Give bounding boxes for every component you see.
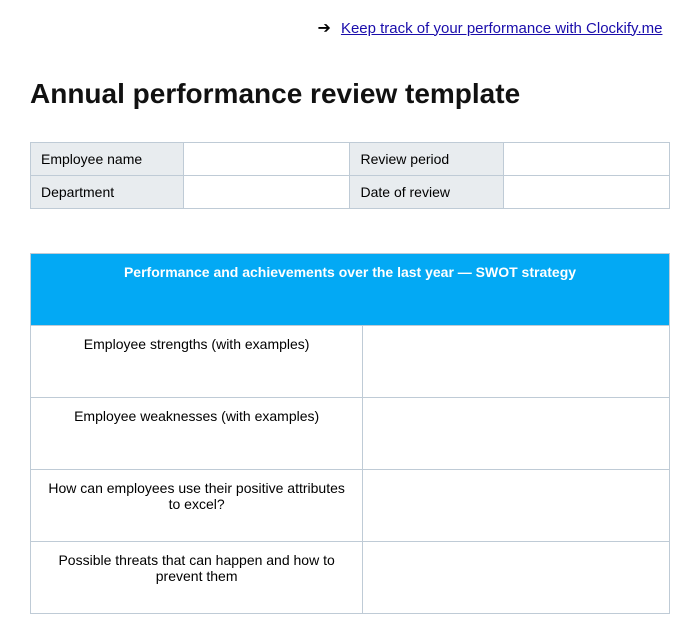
top-link-row: ➔ Keep track of your performance with Cl… xyxy=(30,18,670,38)
swot-positive-attributes-label: How can employees use their positive att… xyxy=(31,470,363,542)
date-of-review-value[interactable] xyxy=(503,176,669,209)
clockify-link[interactable]: Keep track of your performance with Cloc… xyxy=(341,20,663,37)
table-row: Employee strengths (with examples) xyxy=(31,326,670,398)
employee-info-table: Employee name Review period Department D… xyxy=(30,142,670,209)
swot-positive-attributes-value[interactable] xyxy=(363,470,670,542)
department-label: Department xyxy=(31,176,184,209)
swot-weaknesses-label: Employee weaknesses (with examples) xyxy=(31,398,363,470)
swot-strengths-label: Employee strengths (with examples) xyxy=(31,326,363,398)
swot-header-row: Performance and achievements over the la… xyxy=(31,254,670,326)
swot-threats-label: Possible threats that can happen and how… xyxy=(31,542,363,614)
swot-header: Performance and achievements over the la… xyxy=(31,254,670,326)
employee-name-value[interactable] xyxy=(184,143,350,176)
swot-threats-value[interactable] xyxy=(363,542,670,614)
employee-name-label: Employee name xyxy=(31,143,184,176)
table-row: Possible threats that can happen and how… xyxy=(31,542,670,614)
table-row: Employee name Review period xyxy=(31,143,670,176)
table-row: How can employees use their positive att… xyxy=(31,470,670,542)
arrow-right-icon: ➔ xyxy=(318,18,331,38)
swot-weaknesses-value[interactable] xyxy=(363,398,670,470)
table-row: Department Date of review xyxy=(31,176,670,209)
review-period-label: Review period xyxy=(350,143,503,176)
department-value[interactable] xyxy=(184,176,350,209)
page-title: Annual performance review template xyxy=(30,78,670,110)
date-of-review-label: Date of review xyxy=(350,176,503,209)
swot-strengths-value[interactable] xyxy=(363,326,670,398)
table-row: Employee weaknesses (with examples) xyxy=(31,398,670,470)
review-period-value[interactable] xyxy=(503,143,669,176)
swot-table: Performance and achievements over the la… xyxy=(30,253,670,614)
